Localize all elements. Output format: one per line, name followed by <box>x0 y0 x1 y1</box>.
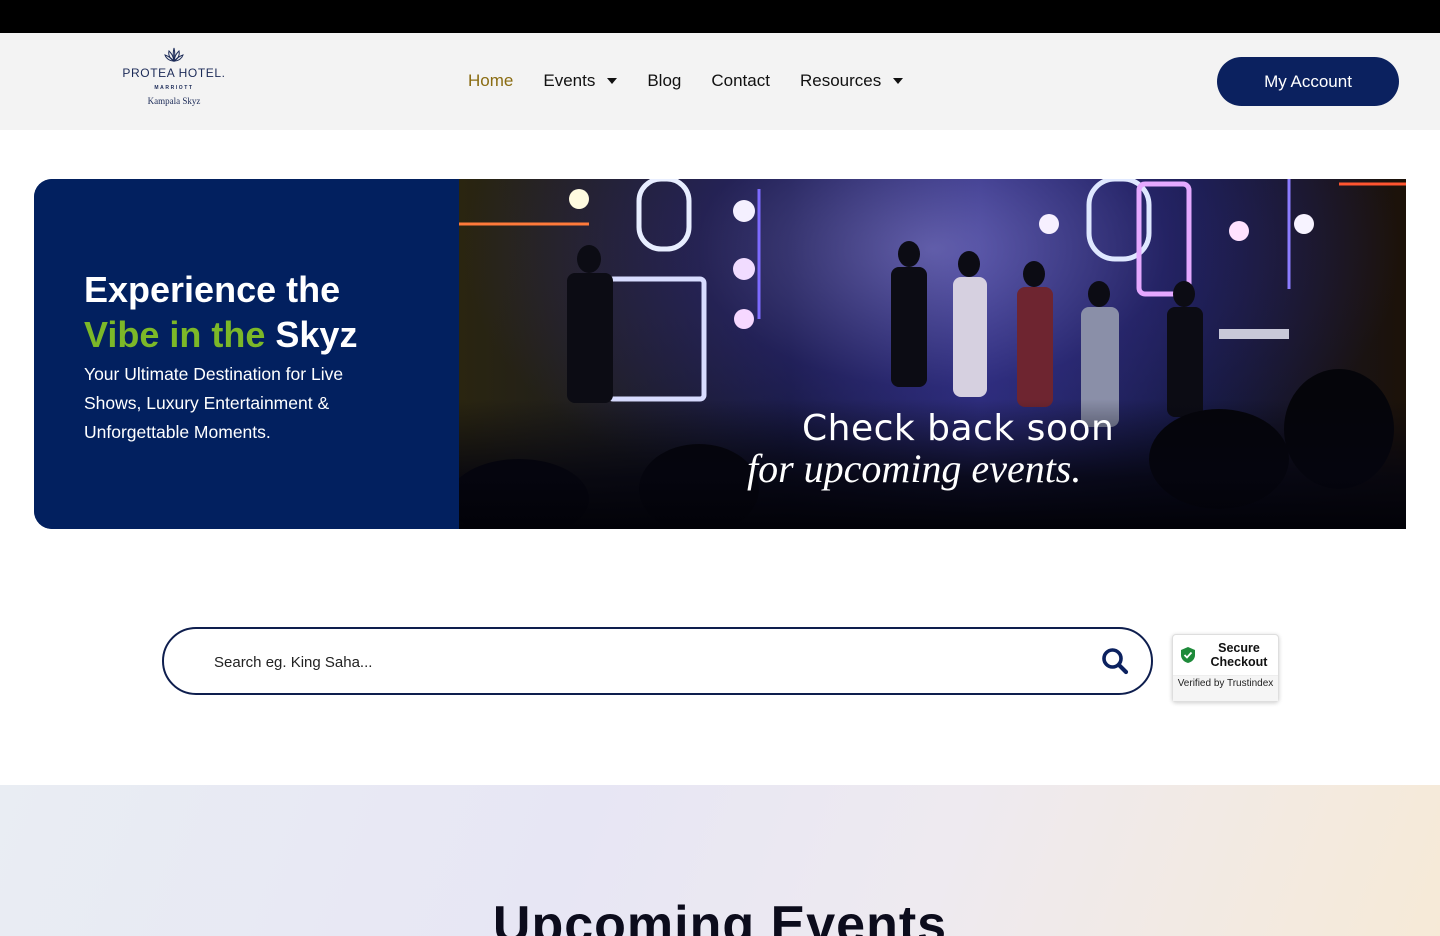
badge-footer: Verified by Trustindex <box>1173 675 1278 701</box>
concert-stage-image: Check back soon for upcoming events. <box>459 179 1406 529</box>
main-nav: Home Events Blog Contact Resources <box>468 66 933 96</box>
caret-down-icon <box>893 78 904 84</box>
nav-home[interactable]: Home <box>468 71 513 91</box>
badge-title: Secure Checkout <box>1210 641 1268 669</box>
hero-title-green: Vibe in the <box>84 314 266 355</box>
upcoming-events-section: Upcoming Events <box>0 785 1440 936</box>
hero-title-white: Skyz <box>275 314 358 355</box>
nav-events-label: Events <box>543 71 596 90</box>
check-back-text: Check back soon <box>802 408 1115 449</box>
event-search-bar <box>162 627 1153 695</box>
hero-title: Experience the Vibe in the Skyz <box>84 267 357 357</box>
search-icon[interactable] <box>1101 647 1129 675</box>
nav-blog[interactable]: Blog <box>647 71 681 91</box>
site-header: PROTEA HOTEL. MARRIOTT Kampala Skyz Home… <box>0 33 1440 130</box>
nav-blog-label: Blog <box>647 71 682 90</box>
upcoming-events-heading: Upcoming Events <box>492 896 948 936</box>
upcoming-events-script: for upcoming events. <box>747 446 1082 491</box>
logo-brand: PROTEA HOTEL. <box>122 66 226 80</box>
logo-location: Kampala Skyz <box>147 96 201 106</box>
secure-checkout-badge[interactable]: Secure Checkout Verified by Trustindex <box>1172 634 1279 702</box>
nav-contact-label: Contact <box>711 71 770 90</box>
logo-marriott: MARRIOTT <box>154 85 194 91</box>
caret-down-icon <box>607 78 618 84</box>
hero-subtitle: Your Ultimate Destination for Live Shows… <box>84 364 344 442</box>
protea-flower-icon <box>164 47 184 62</box>
nav-resources[interactable]: Resources <box>799 71 904 91</box>
shield-check-icon <box>1181 647 1195 663</box>
nav-contact[interactable]: Contact <box>711 71 770 91</box>
protea-hotel-logo[interactable]: PROTEA HOTEL. MARRIOTT Kampala Skyz <box>118 47 230 117</box>
hero-title-line1: Experience the <box>84 269 341 310</box>
hero-banner: Experience the Vibe in the Skyz Your Ult… <box>34 179 1406 529</box>
my-account-button[interactable]: My Account <box>1217 57 1399 106</box>
nav-events[interactable]: Events <box>543 71 618 91</box>
hero-text-panel: Experience the Vibe in the Skyz Your Ult… <box>34 179 459 529</box>
top-bar <box>0 0 1440 33</box>
nav-home-label: Home <box>468 71 514 90</box>
nav-resources-label: Resources <box>799 71 882 90</box>
search-input[interactable] <box>214 649 1074 675</box>
